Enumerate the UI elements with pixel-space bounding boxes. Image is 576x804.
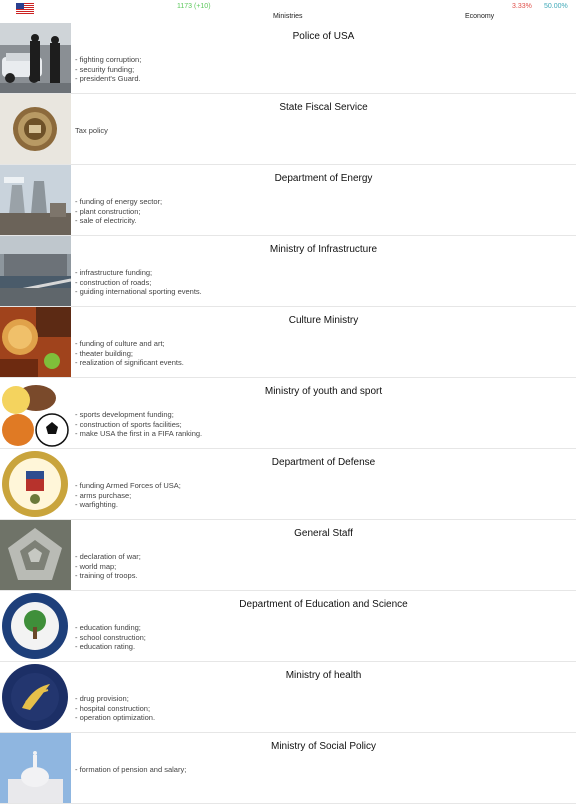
description-line: - plant construction; — [75, 206, 141, 216]
ministry-description: - sports development funding; - construct… — [75, 410, 202, 439]
ministry-description: - declaration of war; - world map; - train… — [75, 552, 141, 581]
ministry-row[interactable]: Department of Energy - funding of energy … — [0, 165, 576, 236]
description-line: - formation of pension and salary; — [75, 765, 187, 774]
sports-balls-image — [0, 378, 71, 448]
description-line: - theater building; — [75, 348, 133, 358]
ministry-row[interactable]: Ministry of Infrastructure - infrastructu… — [0, 236, 576, 307]
ministry-row[interactable]: Ministry of health - drug provision; - hos… — [0, 662, 576, 733]
description-line: - realization of significant events. — [75, 358, 184, 367]
ministry-title: Ministry of youth and sport — [264, 386, 383, 397]
description-line: - drug provision; — [75, 694, 129, 703]
description-line: - sports development funding; — [75, 410, 174, 419]
description-line: - education funding; — [75, 623, 141, 632]
description-line: - construction of sports facilities; — [75, 419, 182, 429]
ministry-description: - funding of culture and art; - theater b… — [75, 339, 184, 368]
ministry-row[interactable]: General Staff - declaration of war; - worl… — [0, 520, 576, 591]
description-line: - sale of electricity. — [75, 216, 137, 225]
stat-percent-teal: 50.00% — [544, 3, 568, 10]
capitol-photo — [0, 733, 71, 803]
description-line: - fighting corruption; — [75, 55, 142, 64]
description-line: - infrastructure funding; — [75, 268, 153, 277]
ministry-row[interactable]: Ministry of youth and sport - sports deve… — [0, 378, 576, 449]
ministry-description: - fighting corruption; - security funding… — [75, 55, 141, 84]
power-plant-photo — [0, 165, 71, 235]
ministry-description: - education funding; - school constructio… — [75, 623, 146, 652]
description-line: Tax policy — [75, 126, 108, 135]
ministry-title: Ministry of Infrastructure — [269, 244, 378, 255]
ministry-title: Ministry of Social Policy — [270, 741, 377, 752]
food-culture-photo — [0, 307, 71, 377]
top-bar: 1173 (+10) Ministries Economy 3.33% 50.0… — [0, 0, 576, 22]
description-line: - guiding international sporting events. — [75, 287, 202, 296]
ministry-row[interactable]: Culture Ministry - funding of culture and… — [0, 307, 576, 378]
description-line: - training of troops. — [75, 571, 138, 580]
tab-economy[interactable]: Economy — [465, 13, 494, 20]
ministry-description: - drug provision; - hospital construction… — [75, 694, 155, 723]
money-balance: 1173 (+10) — [177, 3, 211, 10]
ministry-row[interactable]: Department of Education and Science - edu… — [0, 591, 576, 662]
description-line: - operation optimization. — [75, 713, 156, 722]
police-photo — [0, 23, 71, 93]
ministry-title: General Staff — [294, 528, 353, 539]
description-line: - funding of energy sector; — [75, 197, 163, 206]
education-seal — [0, 591, 71, 661]
description-line: - school construction; — [75, 632, 146, 642]
treasury-seal — [0, 94, 71, 164]
city-bridge-photo — [0, 236, 71, 306]
ministry-title: Department of Defense — [271, 457, 376, 468]
army-seal — [0, 449, 71, 519]
ministry-title: Culture Ministry — [288, 315, 359, 326]
ministry-description: - formation of pension and salary; — [75, 765, 186, 775]
us-flag-icon[interactable] — [16, 1, 34, 14]
ministry-row[interactable]: State Fiscal Service Tax policy — [0, 94, 576, 165]
description-line: - funding of culture and art; — [75, 339, 165, 348]
description-line: - security funding; — [75, 64, 135, 74]
description-line: - warfighting. — [75, 500, 118, 509]
ministry-row[interactable]: Ministry of Social Policy - formation of … — [0, 733, 576, 804]
description-line: - president's Guard. — [75, 74, 141, 83]
ministry-row[interactable]: Department of Defense - funding Armed For… — [0, 449, 576, 520]
description-line: - declaration of war; — [75, 552, 141, 561]
description-line: - funding Armed Forces of USA; — [75, 481, 181, 490]
ministry-title: State Fiscal Service — [279, 102, 368, 113]
ministry-title: Department of Energy — [274, 173, 373, 184]
ministries-list: Police of USA - fighting corruption; - sec… — [0, 23, 576, 804]
tab-ministries[interactable]: Ministries — [273, 13, 303, 20]
ministry-description: - funding Armed Forces of USA; - arms pur… — [75, 481, 181, 510]
description-line: - construction of roads; — [75, 277, 152, 287]
ministry-description: - infrastructure funding; - construction … — [75, 268, 202, 297]
description-line: - education rating. — [75, 642, 136, 651]
ministry-row[interactable]: Police of USA - fighting corruption; - sec… — [0, 23, 576, 94]
ministry-title: Ministry of health — [285, 670, 362, 681]
description-line: - hospital construction; — [75, 703, 151, 713]
description-line: - arms purchase; — [75, 490, 132, 500]
ministry-description: Tax policy — [75, 126, 108, 136]
description-line: - make USA the first in a FIFA ranking. — [75, 429, 203, 438]
stat-percent-red: 3.33% — [512, 3, 532, 10]
health-seal — [0, 662, 71, 732]
description-line: - world map; — [75, 561, 117, 571]
ministry-title: Department of Education and Science — [239, 599, 408, 610]
pentagon-photo — [0, 520, 71, 590]
ministry-title: Police of USA — [292, 31, 355, 42]
ministry-description: - funding of energy sector; - plant const… — [75, 197, 162, 226]
